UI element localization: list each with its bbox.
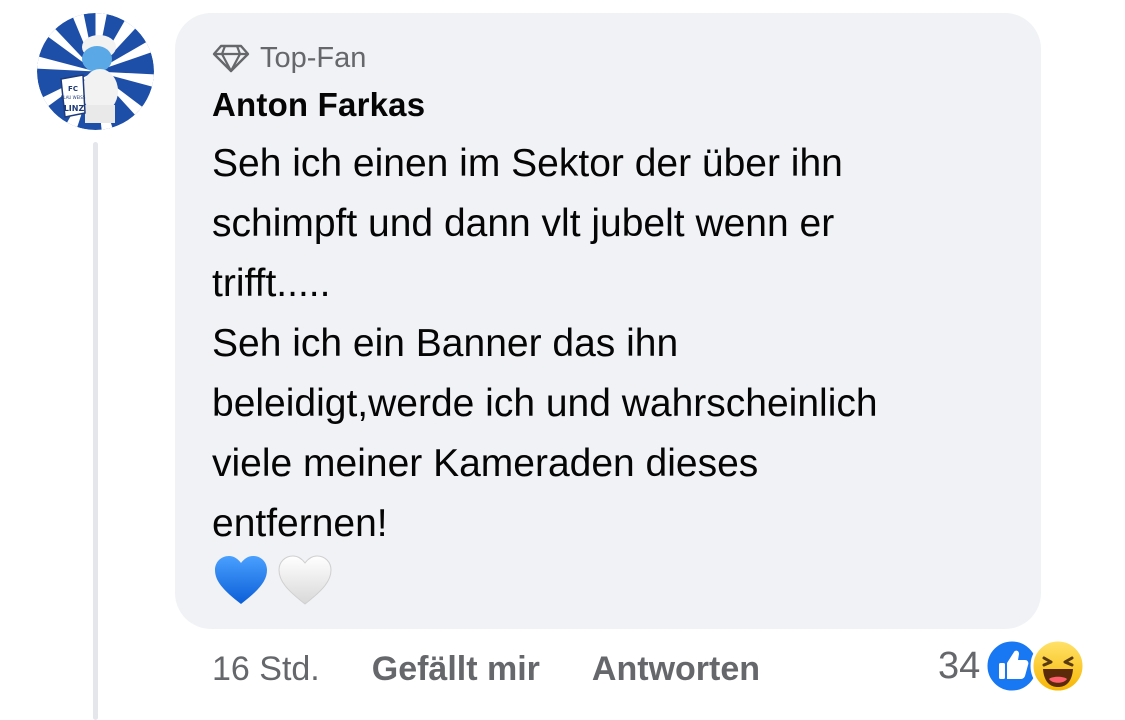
diamond-icon [212, 44, 250, 73]
badge-label: Top-Fan [260, 41, 367, 74]
comment-line: viele meiner Kameraden dieses [212, 442, 759, 485]
thread-line [93, 142, 98, 720]
avatar[interactable]: FC BLAU WEISS LINZ [37, 13, 154, 130]
comment-thread: FC BLAU WEISS LINZ Top-Fan Anton Farkas … [0, 0, 1125, 720]
comment-line: entfernen! [212, 502, 388, 545]
reaction-summary[interactable]: 34 [938, 636, 1096, 696]
reply-button[interactable]: Antworten [592, 650, 760, 689]
comment-line: trifft..... [212, 262, 331, 305]
comment-line: beleidigt,werde ich und wahrscheinlich [212, 382, 878, 425]
white-heart-icon [278, 555, 332, 605]
crest-text-2: BLAU WEISS [61, 95, 86, 100]
comment-line: Seh ich ein Banner das ihn [212, 322, 679, 365]
comment-line: schimpft und dann vlt jubelt wenn er [212, 202, 835, 245]
reaction-icons [984, 636, 1096, 696]
comment-line: Seh ich einen im Sektor der über ihn [212, 142, 843, 185]
author-name[interactable]: Anton Farkas [212, 86, 425, 124]
comment-actions: 16 Std. Gefällt mir Antworten [212, 646, 812, 692]
reaction-count: 34 [938, 644, 981, 687]
crest-text-3: LINZ [64, 104, 85, 113]
comment-text: Seh ich einen im Sektor der über ihn sch… [212, 134, 1032, 554]
emoji-row [213, 554, 333, 610]
haha-icon [1030, 638, 1086, 694]
crest-text-1: FC [68, 85, 78, 93]
top-fan-badge[interactable]: Top-Fan [212, 40, 366, 76]
like-button[interactable]: Gefällt mir [372, 650, 540, 689]
timestamp[interactable]: 16 Std. [212, 650, 320, 689]
blue-heart-icon [215, 556, 267, 604]
